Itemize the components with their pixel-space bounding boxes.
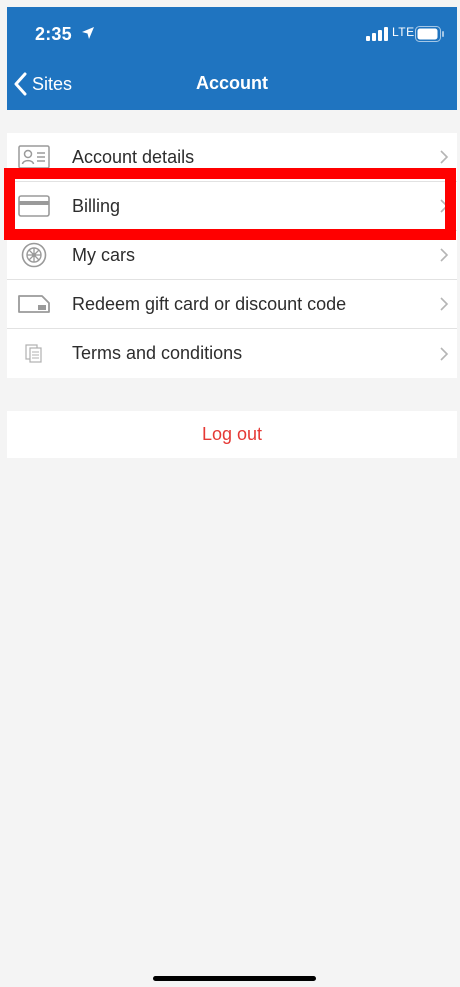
chevron-right-icon [440, 199, 449, 213]
status-bar: 2:35 LTE [7, 7, 457, 57]
network-type: LTE [392, 25, 415, 39]
chevron-right-icon [440, 248, 449, 262]
account-screen: 2:35 LTE Sites Account Account details B… [0, 0, 460, 987]
menu-item-label: Account details [72, 146, 195, 167]
credit-card-icon [17, 193, 51, 219]
menu-item-account-details[interactable]: Account details [7, 133, 457, 182]
navigation-bar: Sites Account [7, 62, 457, 107]
chevron-right-icon [440, 297, 449, 311]
page-title: Account [196, 73, 268, 93]
location-arrow-icon [82, 27, 94, 39]
logout-label: Log out [201, 424, 263, 444]
menu-item-my-cars[interactable]: My cars [7, 231, 457, 280]
document-icon [17, 341, 51, 367]
menu-item-billing[interactable]: Billing [7, 182, 457, 231]
battery-icon [415, 26, 444, 42]
status-time: 2:35 [35, 24, 72, 44]
chevron-right-icon [440, 346, 449, 361]
menu-item-label: My cars [72, 244, 135, 265]
logout-button[interactable]: Log out [7, 411, 457, 458]
wheel-icon [17, 242, 51, 268]
account-menu: Account details Billing My cars Redeem g… [7, 133, 457, 378]
id-card-icon [17, 144, 51, 170]
menu-item-redeem-gift-card[interactable]: Redeem gift card or discount code [7, 280, 457, 329]
menu-item-label: Terms and conditions [72, 343, 243, 363]
menu-item-label: Billing [72, 195, 121, 216]
home-indicator[interactable] [153, 976, 316, 981]
menu-item-terms-and-conditions[interactable]: Terms and conditions [7, 329, 457, 378]
chevron-right-icon [440, 150, 449, 164]
gift-card-icon [17, 291, 51, 317]
header: 2:35 LTE Sites Account [7, 7, 457, 110]
menu-item-label: Redeem gift card or discount code [72, 293, 347, 314]
signal-icon [366, 27, 388, 41]
